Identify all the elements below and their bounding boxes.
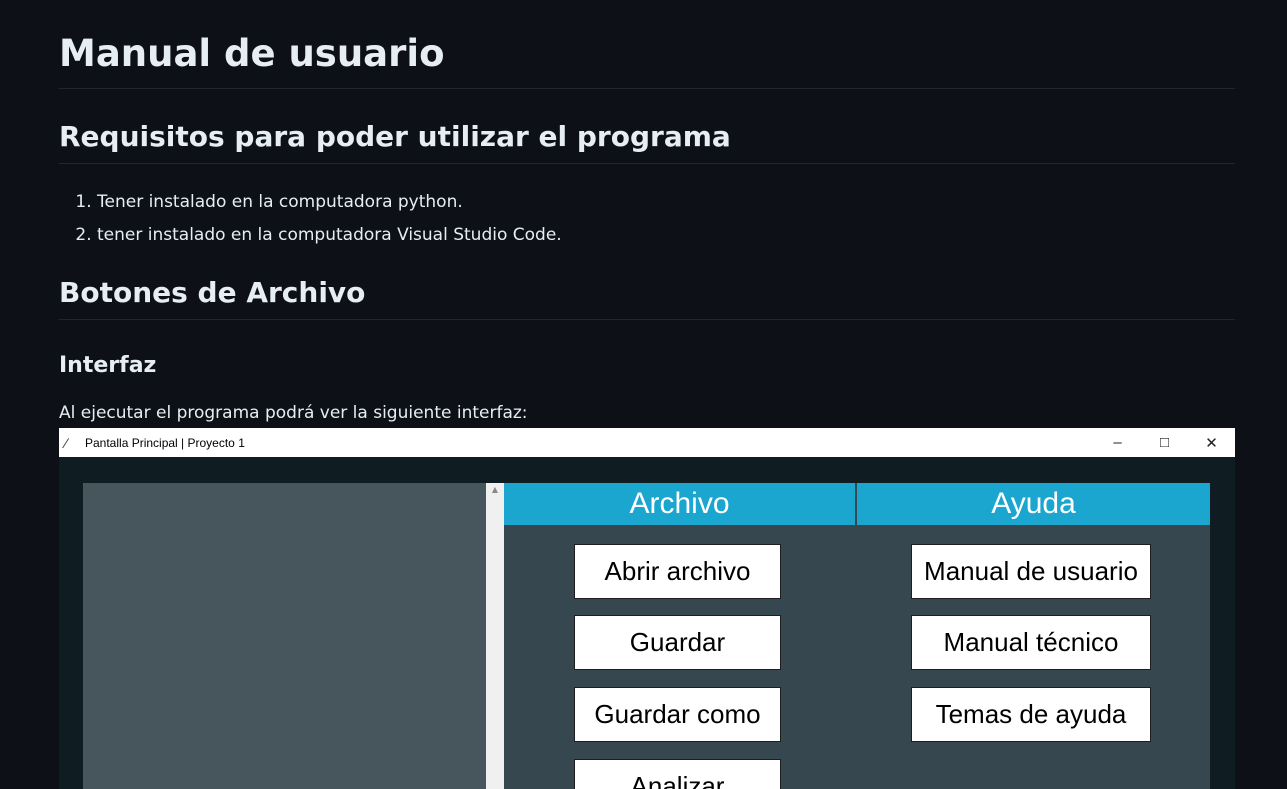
page-title: Manual de usuario (59, 30, 1235, 89)
file-buttons-heading: Botones de Archivo (59, 274, 1235, 320)
maximize-icon[interactable]: □ (1141, 434, 1188, 451)
app-screenshot: ∕ Pantalla Principal | Proyecto 1 – □ ✕ … (59, 428, 1235, 789)
list-item: tener instalado en la computadora Visual… (97, 219, 562, 252)
close-icon[interactable]: ✕ (1188, 434, 1235, 452)
interface-description: Al ejecutar el programa podrá ver la sig… (59, 403, 528, 423)
user-manual-button[interactable]: Manual de usuario (911, 544, 1151, 599)
requirements-list: Tener instalado en la computadora python… (59, 186, 562, 252)
window-titlebar: ∕ Pantalla Principal | Proyecto 1 – □ ✕ (59, 428, 1235, 457)
menu-panel: Archivo Ayuda Abrir archivo Guardar Guar… (504, 483, 1210, 789)
editor-text-area[interactable] (83, 483, 486, 789)
archivo-header: Archivo (504, 483, 855, 525)
list-item: Tener instalado en la computadora python… (97, 186, 562, 219)
minimize-icon[interactable]: – (1094, 434, 1141, 451)
help-topics-button[interactable]: Temas de ayuda (911, 687, 1151, 742)
open-file-button[interactable]: Abrir archivo (574, 544, 781, 599)
interface-heading: Interfaz (59, 353, 157, 378)
scroll-up-icon[interactable]: ▲ (486, 485, 504, 494)
ayuda-header: Ayuda (857, 483, 1210, 525)
analyze-button[interactable]: Analizar (574, 759, 781, 789)
technical-manual-button[interactable]: Manual técnico (911, 615, 1151, 670)
window-title: Pantalla Principal | Proyecto 1 (85, 435, 245, 450)
editor-scrollbar[interactable]: ▲ (486, 483, 504, 789)
save-as-button[interactable]: Guardar como (574, 687, 781, 742)
save-button[interactable]: Guardar (574, 615, 781, 670)
requirements-heading: Requisitos para poder utilizar el progra… (59, 118, 1235, 164)
feather-icon: ∕ (65, 434, 68, 451)
